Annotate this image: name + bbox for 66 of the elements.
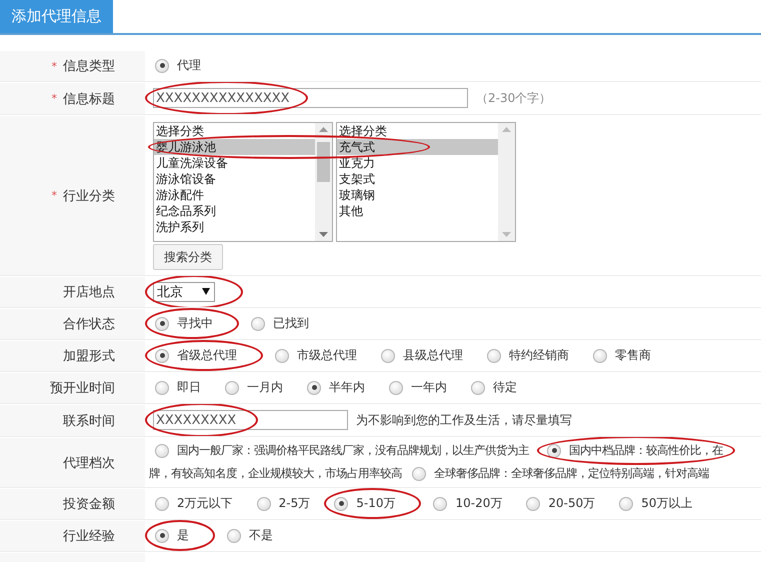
radio-option[interactable]: 一月内 xyxy=(223,379,285,396)
field-label: 信息标题 xyxy=(63,90,115,108)
scrollbar-thumb[interactable] xyxy=(317,142,330,182)
radio-option[interactable]: 2-5万 xyxy=(254,495,312,512)
radio-option[interactable]: 半年内 xyxy=(305,379,367,396)
field-label: 合作状态 xyxy=(63,316,115,333)
radio-option[interactable]: 国内中档品牌：较高性价比，在 xyxy=(545,443,725,458)
text-field[interactable]: XXXXXXXXX xyxy=(153,410,348,430)
hint-text: （2-30个字） xyxy=(476,90,552,106)
scroll-up-icon xyxy=(502,127,511,132)
list-item[interactable]: 其他 xyxy=(337,203,498,219)
radio-option[interactable]: 市级总代理 xyxy=(273,347,359,364)
radio-option[interactable]: 零售商 xyxy=(591,347,653,364)
radio-option[interactable]: 即日 xyxy=(153,379,203,396)
field-label: 代理档次 xyxy=(63,454,115,472)
category-listbox[interactable]: 选择分类 充气式 亚克力 支架式 玻璃钢 其他 xyxy=(336,122,516,242)
radio-option[interactable]: 县级总代理 xyxy=(379,347,465,364)
scrollbar[interactable] xyxy=(498,123,515,241)
radio-option[interactable]: 一年内 xyxy=(387,379,449,396)
required-mark: * xyxy=(52,189,57,202)
list-item[interactable]: 亚克力 xyxy=(337,155,498,171)
scroll-up-icon xyxy=(319,127,328,132)
radio-option[interactable]: 特约经销商 xyxy=(485,347,571,364)
radio-option[interactable]: 2万元以下 xyxy=(153,495,235,512)
required-mark: * xyxy=(52,92,57,105)
field-label: 联系时间 xyxy=(63,412,115,430)
list-item[interactable]: 游泳馆设备 xyxy=(154,171,315,187)
text-field[interactable]: XXXXXXXXXXXXXXX xyxy=(153,88,468,108)
radio-option[interactable]: 是 xyxy=(153,527,191,544)
list-item[interactable]: 玻璃钢 xyxy=(337,187,498,203)
radio-option[interactable]: 全球奢侈品牌：全球奢侈品牌，定位特别高端，针对高端 xyxy=(410,466,711,481)
radio-option[interactable]: 代理 xyxy=(153,57,203,74)
radio-option[interactable]: 待定 xyxy=(469,379,519,396)
radio-option[interactable]: 国内一般厂家：强调价格平民路线厂家，没有品牌规划，以生产供货为主 xyxy=(153,443,531,458)
field-label: 信息类型 xyxy=(63,58,115,75)
scroll-down-icon xyxy=(319,232,328,237)
list-item[interactable]: 游泳配件 xyxy=(154,187,315,203)
list-item[interactable]: 支架式 xyxy=(337,171,498,187)
radio-option[interactable]: 20-50万 xyxy=(524,495,598,512)
field-label: 预开业时间 xyxy=(50,380,115,397)
radio-option[interactable]: 不是 xyxy=(225,527,275,544)
radio-option[interactable]: 省级总代理 xyxy=(153,347,239,364)
list-item[interactable]: 充气式 xyxy=(337,139,498,155)
field-label: 投资金额 xyxy=(63,496,115,513)
list-item[interactable]: 洗护系列 xyxy=(154,219,315,235)
field-label: 加盟形式 xyxy=(63,348,115,365)
option-text: 牌，有较高知名度，企业规模较大，市场占用率较高 xyxy=(149,466,402,481)
radio-option[interactable]: 已找到 xyxy=(249,315,311,332)
list-item[interactable]: 儿童洗澡设备 xyxy=(154,155,315,171)
radio-option[interactable]: 5-10万 xyxy=(332,495,398,512)
radio-option[interactable]: 寻找中 xyxy=(153,315,215,332)
field-label: 行业经验 xyxy=(63,528,115,545)
required-mark: * xyxy=(52,60,57,72)
caret-icon xyxy=(202,288,210,295)
hint-text: 为不影响到您的工作及生活，请尽量填写 xyxy=(356,412,572,428)
search-category-button[interactable]: 搜索分类 xyxy=(153,244,223,270)
field-label: 行业分类 xyxy=(63,188,115,204)
list-item[interactable]: 选择分类 xyxy=(154,123,315,139)
city-dropdown[interactable]: 北京 xyxy=(153,282,215,302)
radio-option[interactable]: 10-20万 xyxy=(431,495,504,512)
field-label: 开店地点 xyxy=(63,284,115,301)
scrollbar[interactable] xyxy=(315,123,332,241)
list-item[interactable]: 纪念品系列 xyxy=(154,203,315,219)
list-item[interactable]: 选择分类 xyxy=(337,123,498,139)
scroll-down-icon xyxy=(502,232,511,237)
radio-option[interactable]: 50万以上 xyxy=(617,495,695,512)
